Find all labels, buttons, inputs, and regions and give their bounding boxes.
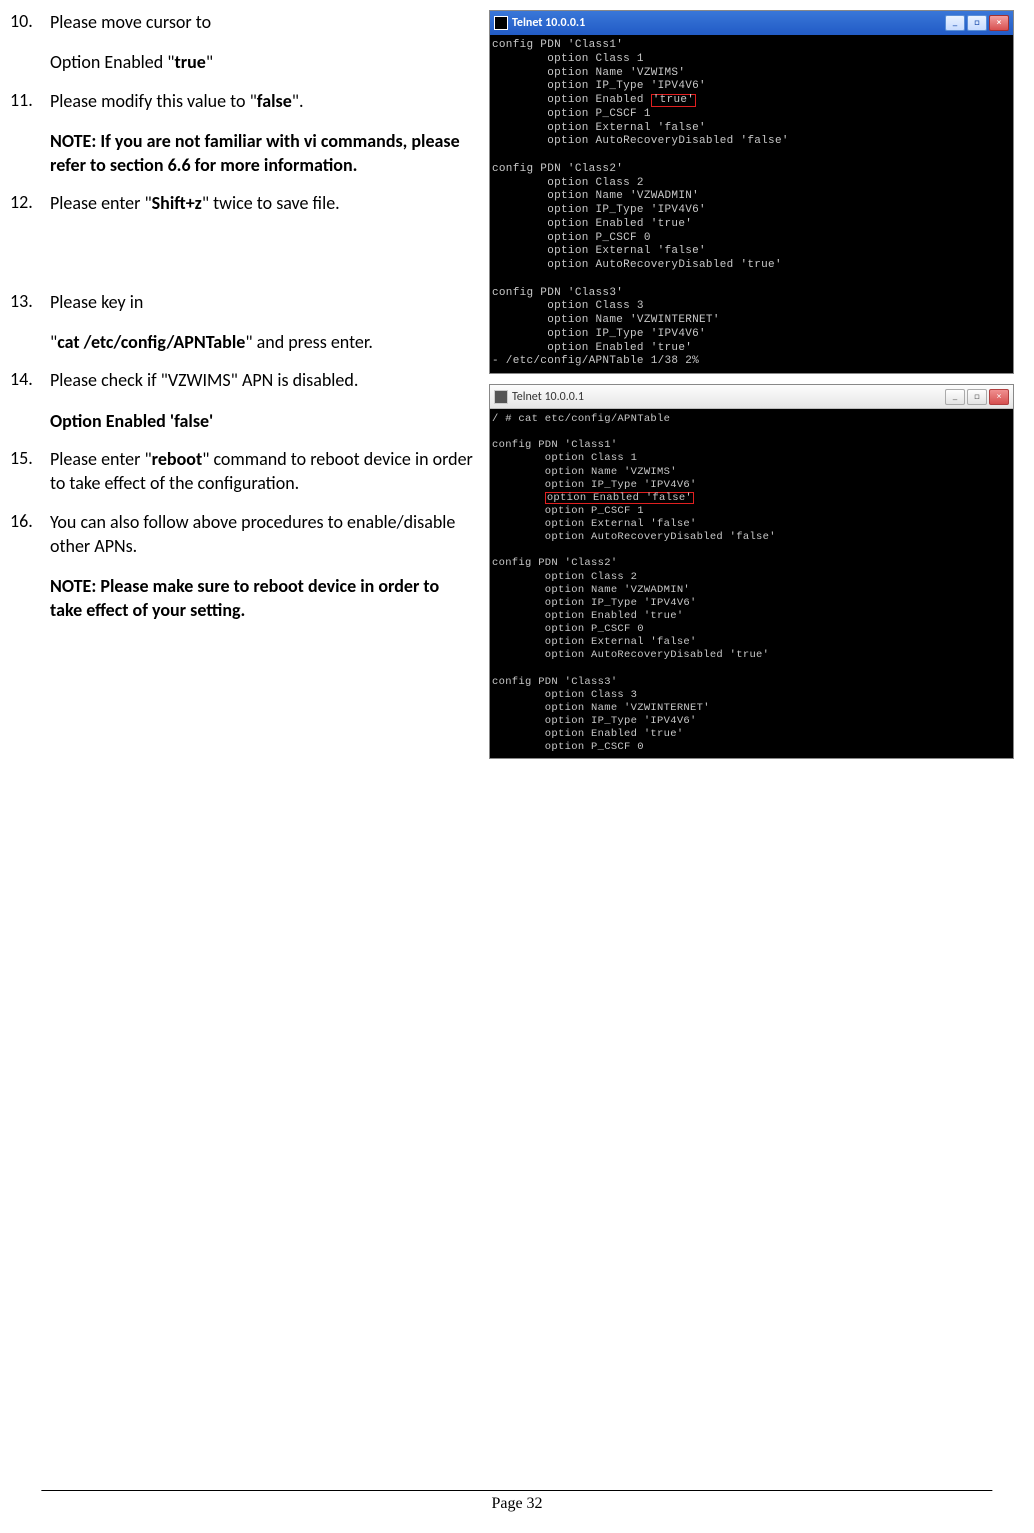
text-segment: Please modify this value to " bbox=[50, 90, 257, 112]
instruction-body: Please enter "reboot" command to reboot … bbox=[50, 447, 481, 496]
instruction-list: 10.Please move cursor to Option Enabled "… bbox=[6, 10, 481, 623]
instruction-line: Please check if "VZWIMS" APN is disabled… bbox=[50, 368, 473, 392]
instruction-number: 15. bbox=[6, 447, 50, 496]
telnet-window-1: Telnet 10.0.0.1 _ □ × config PDN 'Class1… bbox=[489, 10, 1014, 374]
instruction-item: 12.Please enter "Shift+z" twice to save … bbox=[6, 191, 481, 215]
instruction-item: 10.Please move cursor to Option Enabled "… bbox=[6, 10, 481, 75]
instruction-body: Please key in "cat /etc/config/APNTable" … bbox=[50, 290, 481, 355]
text-segment: Please key in bbox=[50, 291, 143, 313]
instruction-body: Please move cursor to Option Enabled "tru… bbox=[50, 10, 481, 75]
instruction-number: 14. bbox=[6, 368, 50, 433]
close-button[interactable]: × bbox=[989, 15, 1009, 31]
instruction-number: 11. bbox=[6, 89, 50, 178]
text-segment: " and press enter. bbox=[245, 331, 373, 353]
text-segment: Option Enabled 'false' bbox=[50, 410, 213, 432]
text-segment: Please move cursor to bbox=[50, 11, 211, 33]
text-segment: Please check if "VZWIMS" APN is disabled… bbox=[50, 369, 358, 391]
instruction-number: 10. bbox=[6, 10, 50, 75]
app-icon bbox=[494, 390, 508, 404]
text-segment: You can also follow above procedures to … bbox=[50, 511, 455, 557]
highlighted-text: option Enabled 'false' bbox=[545, 492, 694, 505]
titlebar: Telnet 10.0.0.1 _ □ × bbox=[490, 385, 1013, 409]
highlighted-text: 'true' bbox=[651, 94, 696, 107]
text-segment: Shift+z bbox=[152, 192, 202, 214]
terminal-output: config PDN 'Class1' option Class 1 optio… bbox=[490, 35, 1013, 373]
text-segment: Option Enabled " bbox=[50, 51, 175, 73]
maximize-button[interactable]: □ bbox=[967, 15, 987, 31]
instruction-line: Please enter "reboot" command to reboot … bbox=[50, 447, 473, 496]
close-button[interactable]: × bbox=[989, 389, 1009, 405]
instruction-body: Please check if "VZWIMS" APN is disabled… bbox=[50, 368, 481, 433]
instruction-line: NOTE: If you are not familiar with vi co… bbox=[50, 129, 473, 178]
text-segment: Please enter " bbox=[50, 192, 152, 214]
instruction-item: 16.You can also follow above procedures … bbox=[6, 510, 481, 623]
instruction-body: Please enter "Shift+z" twice to save fil… bbox=[50, 191, 481, 215]
text-segment: NOTE: Please make sure to reboot device … bbox=[50, 575, 439, 621]
instruction-item: 13.Please key in "cat /etc/config/APNTabl… bbox=[6, 290, 481, 355]
instruction-line: Please enter "Shift+z" twice to save fil… bbox=[50, 191, 473, 215]
minimize-button[interactable]: _ bbox=[945, 15, 965, 31]
text-segment: " bbox=[206, 51, 213, 73]
window-title: Telnet 10.0.0.1 bbox=[512, 16, 945, 30]
instruction-line: Option Enabled "true" bbox=[50, 50, 473, 74]
text-segment: false bbox=[257, 90, 292, 112]
page-footer: Page 32 bbox=[41, 1490, 992, 1513]
instruction-line: NOTE: Please make sure to reboot device … bbox=[50, 574, 473, 623]
page-number: Page 32 bbox=[41, 1495, 992, 1513]
maximize-button[interactable]: □ bbox=[967, 389, 987, 405]
text-segment: ". bbox=[292, 90, 304, 112]
terminal-output: / # cat etc/config/APNTable config PDN '… bbox=[490, 409, 1013, 758]
instruction-line: You can also follow above procedures to … bbox=[50, 510, 473, 559]
instruction-item: 15.Please enter "reboot" command to rebo… bbox=[6, 447, 481, 496]
window-title: Telnet 10.0.0.1 bbox=[512, 390, 945, 404]
instruction-number: 13. bbox=[6, 290, 50, 355]
instruction-line: Please modify this value to "false". bbox=[50, 89, 473, 113]
instruction-line: Please move cursor to bbox=[50, 10, 473, 34]
text-segment: reboot bbox=[152, 448, 203, 470]
text-segment: Please enter " bbox=[50, 448, 152, 470]
instruction-line: "cat /etc/config/APNTable" and press ent… bbox=[50, 330, 473, 354]
text-segment: " twice to save file. bbox=[202, 192, 340, 214]
text-segment: cat /etc/config/APNTable bbox=[57, 331, 245, 353]
minimize-button[interactable]: _ bbox=[945, 389, 965, 405]
app-icon bbox=[494, 16, 508, 30]
instruction-item: 14.Please check if "VZWIMS" APN is disab… bbox=[6, 368, 481, 433]
text-segment: true bbox=[175, 51, 206, 73]
instruction-line: Please key in bbox=[50, 290, 473, 314]
instruction-number: 16. bbox=[6, 510, 50, 623]
titlebar: Telnet 10.0.0.1 _ □ × bbox=[490, 11, 1013, 35]
instruction-body: Please modify this value to "false". NOTE… bbox=[50, 89, 481, 178]
instruction-line: Option Enabled 'false' bbox=[50, 409, 473, 433]
text-segment: NOTE: If you are not familiar with vi co… bbox=[50, 130, 460, 176]
spacer bbox=[6, 230, 481, 290]
instruction-number: 12. bbox=[6, 191, 50, 215]
instruction-item: 11.Please modify this value to "false". N… bbox=[6, 89, 481, 178]
telnet-window-2: Telnet 10.0.0.1 _ □ × / # cat etc/config… bbox=[489, 384, 1014, 759]
instruction-body: You can also follow above procedures to … bbox=[50, 510, 481, 623]
